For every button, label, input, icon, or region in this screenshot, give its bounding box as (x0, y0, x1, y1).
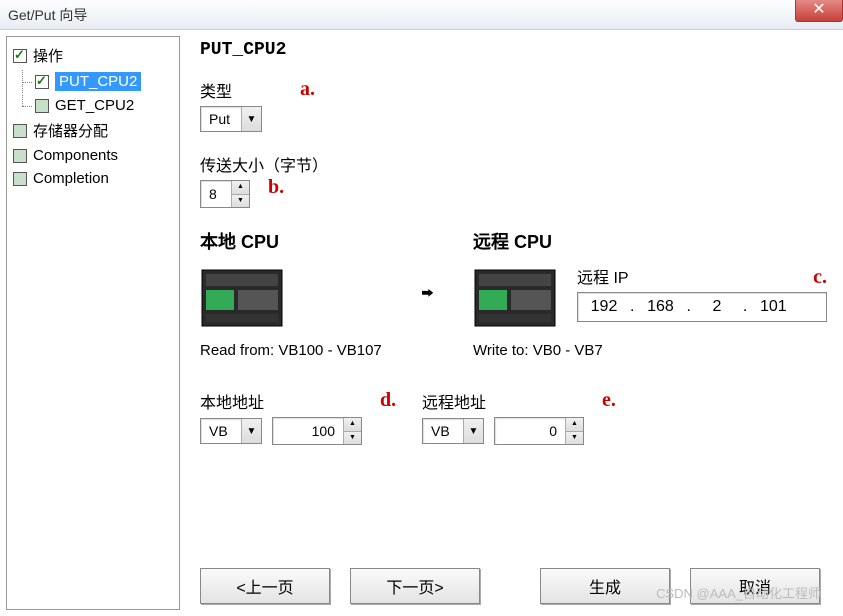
ip-input[interactable]: 192. 168. 2. 101 (577, 292, 827, 322)
local-addr-type-select[interactable]: VB (200, 418, 262, 444)
button-row: <上一页 下一页> 生成 取消 (200, 568, 827, 604)
remote-addr-type-select[interactable]: VB (422, 418, 484, 444)
cpu-row: 本地 CPU Read from: VB100 - VB107 远程 CPU (200, 228, 827, 359)
remote-ip-label: 远程 IP (577, 264, 629, 288)
tree-label: Components (33, 147, 118, 164)
tree-label: 存储器分配 (33, 120, 108, 141)
type-select[interactable]: Put (200, 106, 262, 132)
next-button[interactable]: 下一页> (350, 568, 480, 604)
checkbox-icon (35, 99, 49, 113)
type-field: 类型 Put a. (200, 78, 827, 132)
local-cpu-column: 本地 CPU Read from: VB100 - VB107 (200, 228, 382, 359)
arrow-right-icon (422, 284, 433, 332)
tree-item-get-cpu2[interactable]: GET_CPU2 (11, 95, 175, 116)
local-addr-spinner[interactable]: 100 ▲▼ (272, 417, 362, 445)
remote-ip-group: 远程 IP c. 192. 168. 2. 101 (577, 264, 827, 322)
checkbox-icon (13, 49, 27, 63)
sidebar-tree: 操作 PUT_CPU2 GET_CPU2 存储器分配 Components Co… (6, 36, 180, 610)
spinner-arrows[interactable]: ▲▼ (343, 418, 361, 444)
plc-icon (200, 264, 286, 330)
chevron-down-icon (241, 419, 261, 443)
main-panel: PUT_CPU2 类型 Put a. 传送大小（字节） 8 ▲▼ b. 本地 C… (190, 36, 837, 610)
size-value: 8 (201, 181, 231, 207)
tree-item-completion[interactable]: Completion (11, 168, 175, 189)
size-spinner[interactable]: 8 ▲▼ (200, 180, 250, 208)
spinner-arrows[interactable]: ▲▼ (565, 418, 583, 444)
tree-label: PUT_CPU2 (55, 72, 141, 91)
prev-button[interactable]: <上一页 (200, 568, 330, 604)
ip-octet-2[interactable]: 168 (642, 298, 678, 316)
spinner-arrows[interactable]: ▲▼ (231, 181, 249, 207)
local-cpu-label: 本地 CPU (200, 228, 382, 254)
remote-address-group: 远程地址 VB 0 ▲▼ e. (422, 389, 584, 445)
checkbox-icon (13, 172, 27, 186)
page-title: PUT_CPU2 (200, 40, 827, 60)
remote-cpu-column: 远程 CPU 远程 IP c. (473, 228, 827, 359)
remote-addr-spinner[interactable]: 0 ▲▼ (494, 417, 584, 445)
checkbox-icon (13, 149, 27, 163)
local-addr-label: 本地地址 (200, 389, 362, 413)
type-value: Put (201, 111, 241, 127)
size-field: 传送大小（字节） 8 ▲▼ b. (200, 152, 827, 208)
generate-button[interactable]: 生成 (540, 568, 670, 604)
annotation-c: c. (813, 266, 827, 289)
size-label: 传送大小（字节） (200, 152, 827, 176)
annotation-d: d. (380, 389, 396, 412)
window-title: Get/Put 向导 (8, 5, 87, 25)
tree-label: Completion (33, 170, 109, 187)
tree-item-components[interactable]: Components (11, 145, 175, 166)
annotation-a: a. (300, 78, 315, 101)
ip-octet-3[interactable]: 2 (699, 298, 735, 316)
checkbox-icon (13, 124, 27, 138)
annotation-e: e. (602, 389, 616, 412)
close-button[interactable]: ✕ (795, 0, 843, 22)
local-addr-value: 100 (273, 418, 343, 444)
local-address-group: 本地地址 VB 100 ▲▼ d. (200, 389, 362, 445)
tree-item-put-cpu2[interactable]: PUT_CPU2 (11, 70, 175, 93)
remote-addr-type: VB (423, 423, 463, 439)
write-to-text: Write to: VB0 - VB7 (473, 342, 827, 359)
cancel-button[interactable]: 取消 (690, 568, 820, 604)
remote-addr-value: 0 (495, 418, 565, 444)
remote-cpu-label: 远程 CPU (473, 228, 827, 254)
tree-item-operations[interactable]: 操作 (11, 43, 175, 68)
type-label: 类型 (200, 78, 827, 102)
chevron-down-icon (241, 107, 261, 131)
chevron-down-icon (463, 419, 483, 443)
plc-icon (473, 264, 559, 330)
read-from-text: Read from: VB100 - VB107 (200, 342, 382, 359)
titlebar: Get/Put 向导 ✕ (0, 0, 843, 30)
address-row: 本地地址 VB 100 ▲▼ d. 远程地址 VB (200, 389, 827, 445)
local-addr-type: VB (201, 423, 241, 439)
tree-label: GET_CPU2 (55, 97, 134, 114)
annotation-b: b. (268, 176, 284, 199)
remote-addr-label: 远程地址 (422, 389, 584, 413)
checkbox-icon (35, 75, 49, 89)
ip-octet-4[interactable]: 101 (755, 298, 791, 316)
tree-item-memory-alloc[interactable]: 存储器分配 (11, 118, 175, 143)
ip-octet-1[interactable]: 192 (586, 298, 622, 316)
tree-label: 操作 (33, 45, 63, 66)
